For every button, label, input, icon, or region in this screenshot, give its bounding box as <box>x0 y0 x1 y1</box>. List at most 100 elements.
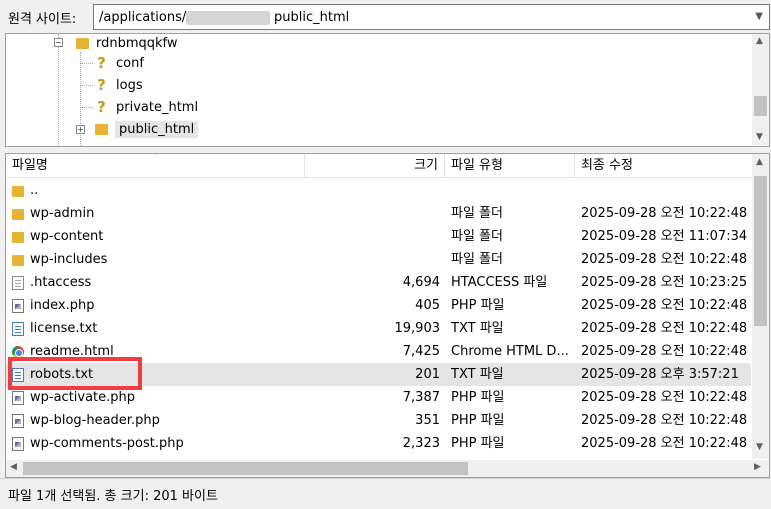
tree-item-label: private_html <box>116 99 199 115</box>
file-name-cell: .htaccess <box>30 275 92 290</box>
file-name-cell: wp-includes <box>30 252 108 267</box>
file-size-cell <box>306 179 440 202</box>
table-row[interactable]: robots.txt 201 TXT 파일 2025-09-28 오후 3:57:21 <box>6 363 751 386</box>
file-modified-cell: 2025-09-28 오전 10:22:48 <box>581 344 748 359</box>
tree-scroll-thumb[interactable] <box>754 96 767 116</box>
column-header-name[interactable]: 파일명 <box>6 154 305 178</box>
chevron-down-icon[interactable]: ▼ <box>755 11 763 22</box>
table-row[interactable]: index.php 405 PHP 파일 2025-09-28 오전 10:22:48 <box>6 294 751 317</box>
tree-item-conf[interactable]: ? conf <box>95 52 144 74</box>
tree-item-rdnbmqqkfw[interactable]: rdnbmqqkfw <box>76 34 178 54</box>
tree-item-logs[interactable]: ? logs <box>95 74 142 96</box>
file-list-scroll-thumb[interactable] <box>754 176 767 326</box>
unknown-folder-icon: ? <box>97 76 106 94</box>
file-size-cell: 7,425 <box>402 344 440 359</box>
collapse-icon[interactable]: − <box>54 38 63 47</box>
tree-item-public-html[interactable]: public_html <box>95 118 199 140</box>
file-size-cell <box>306 225 440 248</box>
scroll-up-icon[interactable]: ▲ <box>756 157 763 167</box>
file-type-cell: Chrome HTML D... <box>451 344 569 359</box>
file-size-cell: 405 <box>415 298 440 313</box>
file-type-cell: TXT 파일 <box>451 321 504 336</box>
file-modified-cell: 2025-09-28 오전 10:22:48 <box>581 252 748 267</box>
file-size-cell <box>306 248 440 271</box>
remote-path-end: public_html <box>274 9 350 25</box>
scroll-right-icon[interactable]: ▶ <box>754 462 761 472</box>
scroll-up-icon[interactable]: ▲ <box>756 36 763 46</box>
file-type-cell: PHP 파일 <box>451 298 505 313</box>
expand-icon[interactable]: + <box>76 125 85 134</box>
folder-icon <box>12 232 24 243</box>
file-list-vertical-scrollbar[interactable]: ▲ ▼ <box>752 154 769 459</box>
remote-site-bar: 원격 사이트: /applications/r public_html ▼ <box>0 0 771 33</box>
file-size-cell: 201 <box>415 367 440 382</box>
tree-item-label: public_html <box>115 120 199 138</box>
table-row[interactable]: wp-blog-header.php 351 PHP 파일 2025-09-28 오전… <box>6 409 751 432</box>
table-row[interactable]: .htaccess 4,694 HTACCESS 파일 2025-09-28 오전 1… <box>6 271 751 294</box>
tree-vertical-scrollbar[interactable]: ▲ ▼ <box>752 34 769 146</box>
file-modified-cell: 2025-09-28 오전 10:23:25 <box>581 275 748 290</box>
file-type-cell: 파일 폴더 <box>451 206 503 221</box>
file-modified-cell: 2025-09-28 오전 10:22:48 <box>581 390 748 405</box>
file-size-cell <box>306 202 440 225</box>
file-name-cell: wp-comments-post.php <box>30 436 184 451</box>
file-list-header: ⌃ 파일명 크기 파일 유형 최종 수정 <box>6 154 751 178</box>
remote-path-input[interactable]: /applications/r public_html ▼ <box>93 4 770 30</box>
file-modified-cell: 2025-09-28 오전 10:22:48 <box>581 413 748 428</box>
file-name-cell: wp-activate.php <box>30 390 136 405</box>
horizontal-scroll-thumb[interactable] <box>23 462 468 475</box>
chrome-icon <box>12 346 24 358</box>
file-type-cell: 파일 폴더 <box>451 252 503 267</box>
remote-site-label: 원격 사이트: <box>8 12 77 27</box>
column-header-modified[interactable]: 최종 수정 <box>575 154 751 178</box>
redacted-path-segment <box>186 11 270 25</box>
folder-icon <box>76 37 89 49</box>
tree-item-label: rdnbmqqkfw <box>96 35 178 51</box>
file-modified-cell: 2025-09-28 오전 10:22:48 <box>581 436 748 451</box>
file-modified-cell: 2025-09-28 오전 11:07:34 <box>581 229 748 244</box>
file-modified-cell: 2025-09-28 오전 10:22:48 <box>581 321 748 336</box>
folder-icon <box>95 123 108 135</box>
column-header-type[interactable]: 파일 유형 <box>445 154 575 178</box>
table-row[interactable]: wp-includes 파일 폴더 2025-09-28 오전 10:22:48 <box>6 248 751 271</box>
folder-icon <box>12 186 24 197</box>
file-name-cell: wp-blog-header.php <box>30 413 160 428</box>
file-name-cell: .. <box>30 183 39 198</box>
table-row[interactable]: wp-content 파일 폴더 2025-09-28 오전 11:07:34 <box>6 225 751 248</box>
file-type-cell <box>451 179 575 202</box>
file-modified-cell: 2025-09-28 오전 10:22:48 <box>581 298 748 313</box>
file-type-cell: HTACCESS 파일 <box>451 275 548 290</box>
file-size-cell: 351 <box>415 413 440 428</box>
file-size-cell: 2,323 <box>402 436 440 451</box>
column-header-size[interactable]: 크기 <box>305 154 445 178</box>
file-type-cell: TXT 파일 <box>451 367 504 382</box>
file-name-cell: index.php <box>30 298 95 313</box>
table-row[interactable]: wp-activate.php 7,387 PHP 파일 2025-09-28 오전 … <box>6 386 751 409</box>
scroll-left-icon[interactable]: ◀ <box>10 462 17 472</box>
folder-icon <box>12 255 24 266</box>
php-file-icon <box>12 414 24 428</box>
table-row[interactable]: .. <box>6 179 751 202</box>
file-type-cell: PHP 파일 <box>451 436 505 451</box>
file-size-cell: 4,694 <box>402 275 440 290</box>
table-row[interactable]: wp-comments-post.php 2,323 PHP 파일 2025-09-2… <box>6 432 751 455</box>
file-list-horizontal-scrollbar[interactable]: ◀ ▶ <box>6 460 769 477</box>
scroll-down-icon[interactable]: ▼ <box>756 132 763 142</box>
file-name-cell: robots.txt <box>30 367 94 382</box>
file-icon <box>12 276 24 290</box>
folder-icon <box>12 209 24 220</box>
file-name-cell: wp-admin <box>30 206 95 221</box>
php-file-icon <box>12 299 24 313</box>
unknown-folder-icon: ? <box>97 54 106 72</box>
file-type-cell: PHP 파일 <box>451 390 505 405</box>
text-file-icon <box>12 368 24 382</box>
scroll-down-icon[interactable]: ▼ <box>756 442 763 452</box>
table-row[interactable]: readme.html 7,425 Chrome HTML D... 2025-09-… <box>6 340 751 363</box>
tree-item-label: conf <box>116 55 144 71</box>
file-size-cell: 19,903 <box>394 321 441 336</box>
remote-file-list: ⌃ 파일명 크기 파일 유형 최종 수정 .. wp-admin 파일 폴더 2025… <box>5 153 770 478</box>
tree-item-private-html[interactable]: ? private_html <box>95 96 198 118</box>
text-file-icon <box>12 322 24 336</box>
table-row[interactable]: license.txt 19,903 TXT 파일 2025-09-28 오전 10:… <box>6 317 751 340</box>
table-row[interactable]: wp-admin 파일 폴더 2025-09-28 오전 10:22:48 <box>6 202 751 225</box>
